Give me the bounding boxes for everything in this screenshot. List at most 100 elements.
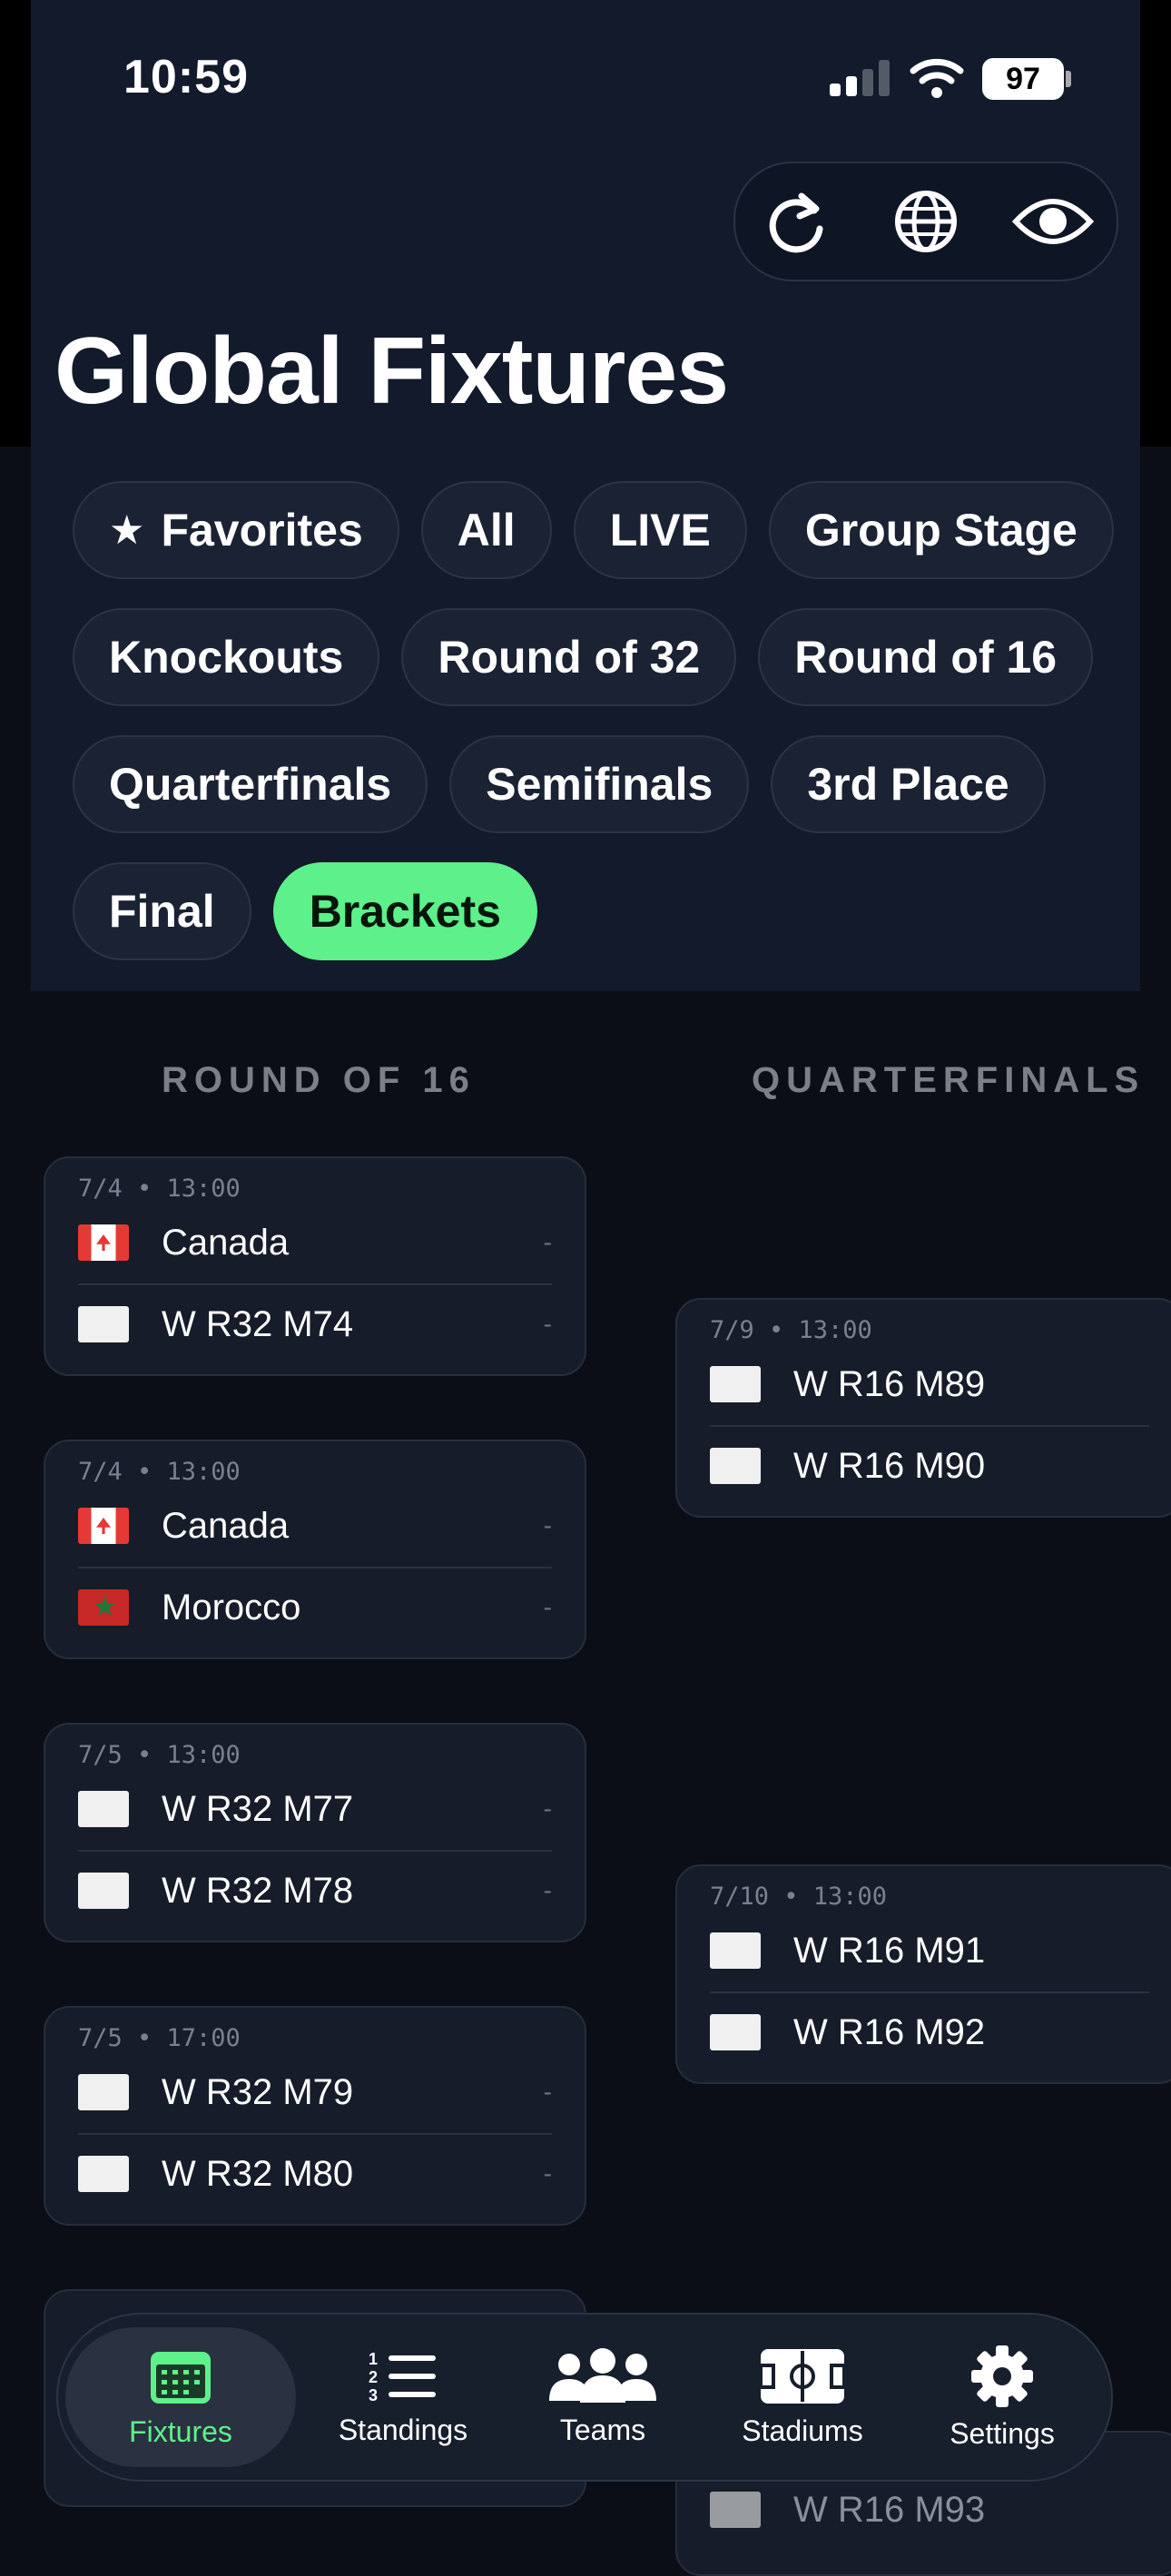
side-bar-left (0, 0, 31, 447)
chip-final[interactable]: Final (73, 862, 251, 960)
flag-icon (78, 2156, 129, 2192)
field-icon (759, 2348, 846, 2404)
team-row: W R32 M74 - (78, 1283, 552, 1365)
eye-icon (1012, 199, 1094, 244)
flag-icon (78, 1873, 129, 1909)
team-score: - (543, 1310, 552, 1338)
team-row: W R32 M78 - (78, 1850, 552, 1932)
chip-all[interactable]: All (420, 481, 552, 579)
team-row: W R16 M91 (710, 1910, 1149, 1993)
chip-knockouts[interactable]: Knockouts (73, 608, 380, 706)
status-time: 10:59 (123, 51, 249, 103)
tab-teams-label: Teams (559, 2413, 646, 2446)
filter-chips: ★ Favorites All LIVE Group Stage Knockou… (73, 481, 1126, 989)
team-row: W R32 M79 - (78, 2051, 552, 2135)
match-card[interactable]: 7/5 • 13:00 W R32 M77 - W R32 M78 - (44, 1723, 586, 1942)
svg-text:2: 2 (369, 2368, 378, 2386)
team-score: - (543, 2159, 552, 2188)
match-date: 7/4 • 13:00 (78, 1175, 241, 1203)
page-title: Global Fixtures (54, 319, 729, 424)
flag-icon (78, 2074, 129, 2110)
team-row: W R16 M89 (710, 1343, 1149, 1427)
team-row: Canada - (78, 1202, 552, 1285)
flag-icon (710, 1932, 761, 1969)
team-row: W R32 M80 - (78, 2133, 552, 2215)
team-score: - (543, 1511, 552, 1539)
battery-tip (1066, 71, 1071, 87)
team-row: W R16 M90 (710, 1425, 1149, 1507)
team-name: W R32 M74 (162, 1303, 354, 1344)
flag-icon (78, 1589, 129, 1626)
team-score: - (543, 1593, 552, 1621)
chip-brackets[interactable]: Brackets (272, 862, 537, 960)
team-score: - (543, 1876, 552, 1904)
battery-indicator: 97 (982, 58, 1064, 100)
match-card[interactable]: 7/5 • 17:00 W R32 M79 - W R32 M80 - (44, 2006, 586, 2226)
team-name: Canada (162, 1222, 290, 1263)
team-row: W R16 M92 (710, 1991, 1149, 2073)
chip-favorites-label: Favorites (161, 505, 363, 556)
chip-third-place[interactable]: 3rd Place (771, 735, 1046, 833)
match-date: 7/10 • 13:00 (710, 1883, 888, 1911)
tab-standings[interactable]: 1 2 3 Standings (312, 2315, 494, 2480)
refresh-icon (769, 192, 823, 253)
flag-icon (710, 1448, 761, 1484)
column-title-quarterfinals: QUARTERFINALS (752, 1060, 1146, 1100)
match-card[interactable]: 7/9 • 13:00 W R16 M89 W R16 M90 (675, 1298, 1171, 1518)
column-title-round-of-16: ROUND OF 16 (162, 1060, 476, 1100)
team-name: W R16 M89 (793, 1363, 986, 1404)
match-card[interactable]: 7/4 • 13:00 Canada - W R32 M74 - (44, 1156, 586, 1376)
team-score: - (543, 2078, 552, 2106)
svg-text:3: 3 (369, 2386, 378, 2404)
tab-fixtures[interactable]: Fixtures (65, 2315, 296, 2480)
flag-icon (710, 1366, 761, 1402)
signal-icon (830, 60, 890, 96)
chip-round-of-32[interactable]: Round of 32 (401, 608, 737, 706)
match-date: 7/9 • 13:00 (710, 1316, 872, 1344)
match-date: 7/5 • 17:00 (78, 2024, 241, 2052)
flag-icon (78, 1791, 129, 1827)
team-name: W R32 M77 (162, 1788, 354, 1829)
team-row: Morocco - (78, 1567, 552, 1648)
tab-settings[interactable]: Settings (911, 2315, 1093, 2480)
match-card[interactable]: 7/4 • 13:00 Canada - Morocco - (44, 1440, 586, 1659)
flag-icon (710, 2014, 761, 2050)
people-icon (549, 2347, 656, 2403)
team-score: - (543, 1794, 552, 1823)
team-score: - (543, 1228, 552, 1256)
tab-stadiums[interactable]: Stadiums (712, 2315, 893, 2480)
tab-teams[interactable]: Teams (512, 2315, 694, 2480)
match-card[interactable]: 7/10 • 13:00 W R16 M91 W R16 M92 (675, 1864, 1171, 2084)
toolbar (733, 162, 1118, 281)
team-row: W R32 M77 - (78, 1768, 552, 1852)
chip-live[interactable]: LIVE (573, 481, 747, 579)
flag-icon (78, 1306, 129, 1342)
svg-text:1: 1 (369, 2350, 378, 2368)
refresh-button[interactable] (758, 181, 840, 262)
match-date: 7/4 • 13:00 (78, 1458, 241, 1486)
side-bar-right (1140, 0, 1171, 447)
team-row: Canada - (78, 1485, 552, 1568)
tab-bar: Fixtures 1 2 3 Standings Teams Stadiums (56, 2313, 1113, 2482)
wifi-icon (910, 54, 964, 100)
team-name: Canada (162, 1505, 290, 1546)
team-name: W R32 M78 (162, 1870, 354, 1911)
tab-standings-label: Standings (338, 2413, 468, 2446)
chip-round-of-16[interactable]: Round of 16 (758, 608, 1094, 706)
chip-quarterfinals[interactable]: Quarterfinals (73, 735, 428, 833)
star-icon: ★ (109, 507, 145, 553)
team-name: W R32 M80 (162, 2153, 354, 2194)
tab-stadiums-label: Stadiums (742, 2414, 863, 2447)
chip-group-stage[interactable]: Group Stage (768, 481, 1114, 579)
team-name: W R32 M79 (162, 2071, 354, 2112)
chip-semifinals[interactable]: Semifinals (449, 735, 750, 833)
calendar-icon (151, 2351, 211, 2404)
visibility-button[interactable] (1012, 181, 1094, 262)
chip-favorites[interactable]: ★ Favorites (73, 481, 399, 579)
globe-button[interactable] (885, 181, 967, 262)
flag-icon (78, 1508, 129, 1544)
tab-fixtures-label: Fixtures (129, 2414, 232, 2448)
flag-icon (710, 2492, 761, 2528)
globe-icon (895, 191, 957, 252)
tab-settings-label: Settings (950, 2416, 1055, 2450)
